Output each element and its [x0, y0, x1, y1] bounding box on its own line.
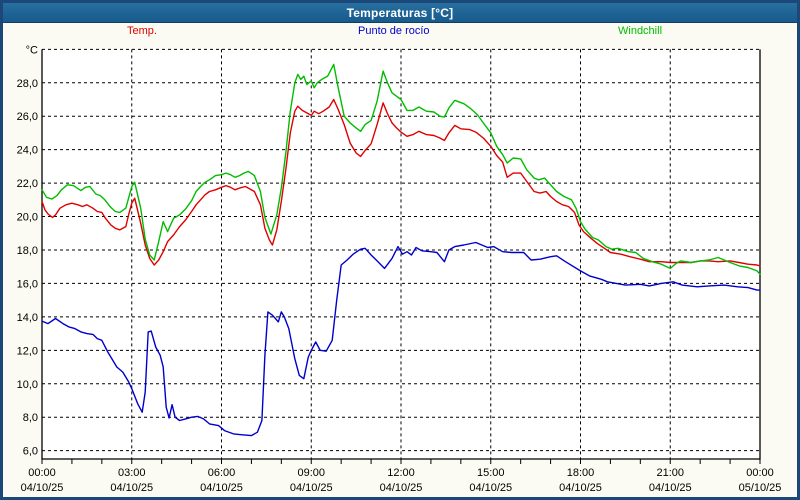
x-tick-date-label: 04/10/25: [21, 482, 64, 494]
y-tick-label: 26,0: [17, 111, 38, 123]
temperature-line-chart: °C 6,0 8,0 10,0 12,0 14,0 16,0 18,0 20,0 22,0 24,0…: [3, 3, 797, 497]
x-tick-date-label: 05/10/25: [739, 482, 782, 494]
x-tick-time-label: 12:00: [387, 467, 415, 479]
y-tick-label: 8,0: [23, 412, 38, 424]
x-tick-date-label: 04/10/25: [559, 482, 602, 494]
x-tick-time-label: 00:00: [746, 467, 774, 479]
y-tick-label: 28,0: [17, 78, 38, 90]
y-tick-label: 22,0: [17, 178, 38, 190]
x-tick-date-label: 04/10/25: [200, 482, 243, 494]
y-tick-label: 18,0: [17, 245, 38, 257]
y-tick-label: 16,0: [17, 278, 38, 290]
y-axis-unit-label: °C: [26, 44, 38, 56]
y-tick-label: 24,0: [17, 145, 38, 157]
x-tick-date-label: 04/10/25: [290, 482, 333, 494]
x-tick-time-label: 03:00: [118, 467, 146, 479]
x-tick-time-label: 06:00: [208, 467, 236, 479]
y-tick-label: 10,0: [17, 379, 38, 391]
x-tick-time-label: 15:00: [477, 467, 505, 479]
x-tick-date-label: 04/10/25: [380, 482, 423, 494]
x-tick-time-label: 18:00: [567, 467, 595, 479]
x-tick-time-label: 09:00: [297, 467, 325, 479]
app-window: Temperaturas [°C] Temp. Punto de rocío W…: [0, 0, 800, 500]
y-tick-label: 12,0: [17, 345, 38, 357]
x-tick-date-label: 04/10/25: [469, 482, 512, 494]
x-tick-date-label: 04/10/25: [110, 482, 153, 494]
x-tick-time-label: 00:00: [28, 467, 56, 479]
x-tick-time-label: 21:00: [656, 467, 684, 479]
y-tick-label: 20,0: [17, 212, 38, 224]
y-tick-label: 6,0: [23, 446, 38, 458]
y-tick-label: 14,0: [17, 312, 38, 324]
x-tick-date-label: 04/10/25: [649, 482, 692, 494]
